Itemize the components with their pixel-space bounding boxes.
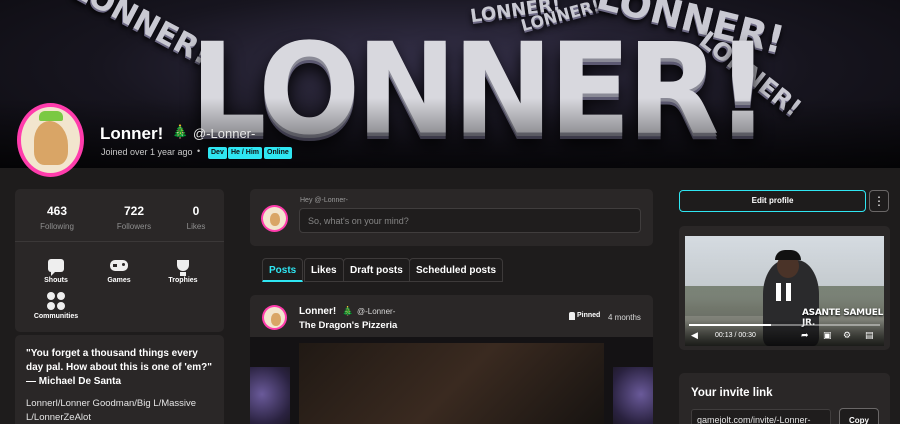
joined-date: Joined over 1 year ago <box>101 147 193 157</box>
stat-value: 0 <box>192 204 200 218</box>
stat-label: Followers <box>116 222 152 231</box>
post-author-name[interactable]: Lonner! <box>299 306 336 317</box>
more-options-button[interactable]: ⋮ <box>869 190 889 212</box>
watch-later-icon[interactable]: ▣ <box>823 331 832 341</box>
pinned-label: Pinned <box>577 312 601 319</box>
separator-dot: • <box>197 146 201 156</box>
shortcut-label: Trophies <box>168 277 198 284</box>
composer-avatar <box>261 205 288 232</box>
stat-following[interactable]: 463 Following <box>27 204 87 231</box>
tag-pronouns: He / Him <box>228 147 263 159</box>
video-time: 00:13 / 00:30 <box>715 332 756 339</box>
shortcut-shouts[interactable]: Shouts <box>26 257 86 284</box>
profile-name: Lonner! <box>100 124 164 143</box>
avatar-face <box>34 121 68 165</box>
shortcut-label: Shouts <box>44 277 68 284</box>
shortcut-trophies[interactable]: Trophies <box>153 257 213 284</box>
tab-draft-posts[interactable]: Draft posts <box>343 258 410 282</box>
profile-avatar[interactable] <box>17 103 84 177</box>
copy-button[interactable]: Copy <box>839 408 879 424</box>
composer-input[interactable] <box>299 208 641 233</box>
post-author-handle[interactable]: @-Lonner- <box>357 307 395 316</box>
stat-followers[interactable]: 722 Followers <box>104 204 164 231</box>
stat-value: 463 <box>46 204 68 218</box>
stat-value: 722 <box>123 204 145 218</box>
share-icon[interactable]: ➦ <box>801 331 809 341</box>
bio-quote: "You forget a thousand things every day … <box>26 348 213 387</box>
profile-handle: @-Lonner- <box>193 126 256 141</box>
tab-scheduled-posts[interactable]: Scheduled posts <box>409 258 504 282</box>
media-blur-right <box>613 367 653 424</box>
communities-icon <box>47 292 65 310</box>
video-player[interactable]: ASANTE SAMUEL JR. ◀ 00:13 / 00:30 ➦ ▣ ⚙ … <box>685 236 884 346</box>
edit-profile-button[interactable]: Edit profile <box>679 190 866 212</box>
video-progress-bar[interactable] <box>689 324 880 326</box>
stat-likes[interactable]: 0 Likes <box>166 204 226 231</box>
post-author-avatar[interactable] <box>262 305 287 330</box>
invite-link-field[interactable] <box>691 409 831 424</box>
invite-title: Your invite link <box>691 387 773 399</box>
avatar-crown <box>39 111 63 121</box>
pause-icon[interactable] <box>776 283 792 301</box>
fullscreen-icon[interactable]: ▤ <box>865 331 874 341</box>
tag-dev: Dev <box>208 147 227 159</box>
stat-label: Likes <box>186 222 206 231</box>
post-title[interactable]: The Dragon's Pizzeria <box>299 320 397 331</box>
stats-card: 463 Following 722 Followers 0 Likes Shou… <box>15 189 224 332</box>
post-media[interactable] <box>250 337 653 424</box>
shortcut-label: Communities <box>33 313 79 320</box>
divider <box>15 241 224 242</box>
speech-bubble-icon <box>47 257 65 276</box>
christmas-tree-icon: 🎄 <box>342 306 354 316</box>
post-card[interactable]: Lonner! 🎄 @-Lonner- The Dragon's Pizzeri… <box>250 295 653 424</box>
stat-label: Following <box>40 222 74 231</box>
christmas-tree-icon: 🎄 <box>172 124 189 139</box>
shortcut-communities[interactable]: Communities <box>26 292 86 320</box>
post-timestamp: 4 months <box>608 313 641 322</box>
composer-greeting: Hey @-Lonner- <box>300 197 348 204</box>
media-blur-left <box>250 367 290 424</box>
settings-icon[interactable]: ⚙ <box>843 331 851 341</box>
media-image <box>299 343 604 424</box>
tab-likes[interactable]: Likes <box>304 258 344 282</box>
mute-icon[interactable]: ◀ <box>691 331 698 341</box>
bio-aliases: Lonnerl/Lonner Goodman/Big L/Massive L/L… <box>26 398 197 423</box>
pin-icon <box>569 312 575 320</box>
tag-online: Online <box>264 147 292 159</box>
video-card: ASANTE SAMUEL JR. ◀ 00:13 / 00:30 ➦ ▣ ⚙ … <box>679 226 890 350</box>
profile-page: LONNER! LONNER! LONNER! LONNER! LONNER! … <box>0 0 900 424</box>
shortcut-label: Games <box>107 277 131 284</box>
trophy-icon <box>174 257 192 276</box>
gamepad-icon <box>110 257 128 273</box>
tab-posts[interactable]: Posts <box>262 258 304 282</box>
bio-card: "You forget a thousand things every day … <box>15 335 224 424</box>
invite-card: Your invite link Copy <box>679 373 890 424</box>
post-composer: Hey @-Lonner- <box>250 189 653 246</box>
shortcut-games[interactable]: Games <box>89 257 149 284</box>
